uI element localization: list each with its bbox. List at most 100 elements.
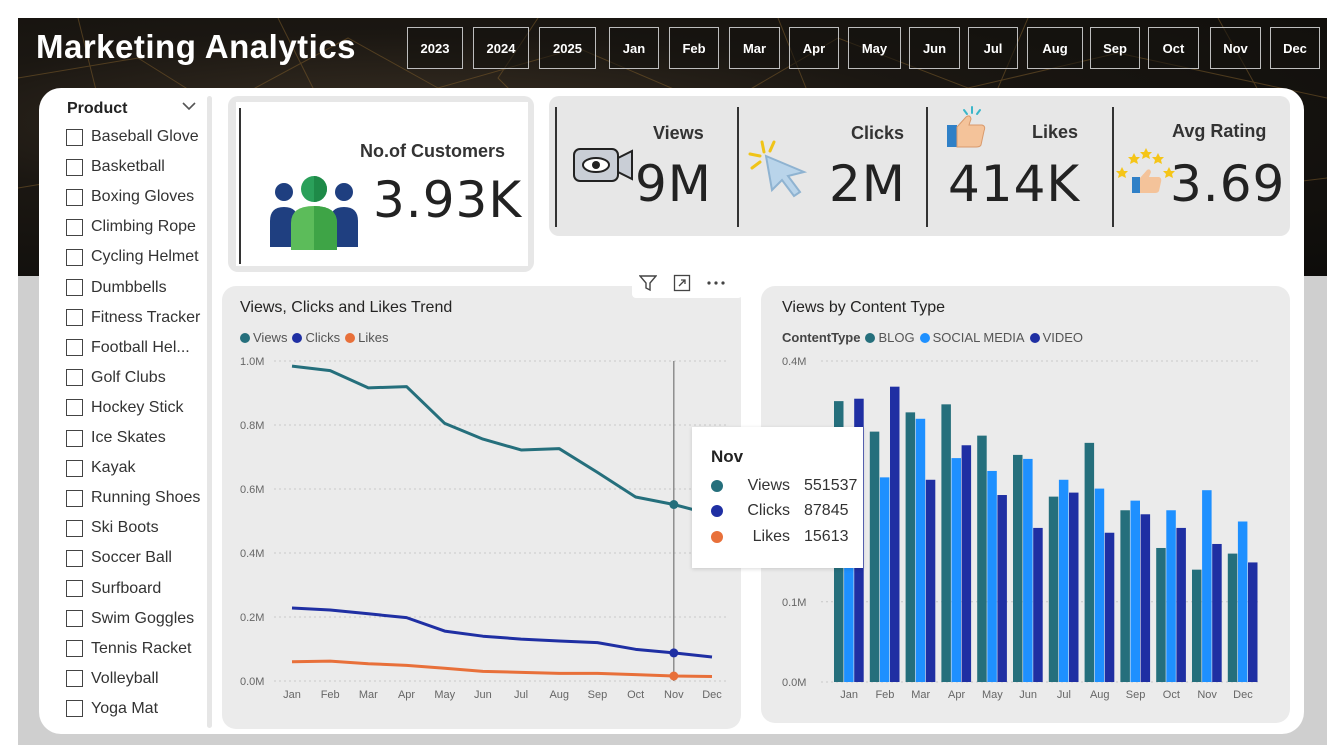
month-button-jul[interactable]: Jul <box>968 27 1018 69</box>
bar-video[interactable] <box>1104 532 1115 682</box>
bar-social-media[interactable] <box>1058 479 1069 682</box>
checkbox[interactable] <box>66 700 83 718</box>
bar-social-media[interactable] <box>879 477 890 682</box>
slicer-item[interactable]: Volleyball <box>66 668 159 690</box>
slicer-item[interactable]: Yoga Mat <box>66 698 158 720</box>
bar-video[interactable] <box>1033 527 1043 682</box>
slicer-item[interactable]: Baseball Glove <box>66 126 199 148</box>
highlight-point-clicks[interactable] <box>669 648 679 658</box>
slicer-item[interactable]: Basketball <box>66 156 165 178</box>
highlight-point-likes[interactable] <box>669 671 679 681</box>
series-line-likes[interactable] <box>291 659 713 679</box>
filter-icon[interactable] <box>639 274 657 292</box>
slicer-item[interactable]: Fitness Tracker <box>66 307 200 329</box>
month-button-aug[interactable]: Aug <box>1027 27 1083 69</box>
bar-blog[interactable] <box>1048 496 1059 682</box>
checkbox[interactable] <box>66 399 83 417</box>
bar-blog[interactable] <box>1084 442 1095 682</box>
year-button-2025[interactable]: 2025 <box>539 27 596 69</box>
slicer-item[interactable]: Soccer Ball <box>66 547 172 569</box>
checkbox[interactable] <box>66 128 83 146</box>
bar-video[interactable] <box>961 445 972 682</box>
month-button-sep[interactable]: Sep <box>1090 27 1140 69</box>
checkbox[interactable] <box>66 369 83 387</box>
bar-video[interactable] <box>1140 514 1151 682</box>
bar-social-media[interactable] <box>1237 521 1248 683</box>
slicer-item[interactable]: Running Shoes <box>66 487 200 509</box>
slicer-item[interactable]: Swim Goggles <box>66 608 194 630</box>
checkbox[interactable] <box>66 610 83 628</box>
checkbox[interactable] <box>66 580 83 597</box>
bar-blog[interactable] <box>1192 569 1202 682</box>
checkbox[interactable] <box>66 640 83 658</box>
series-line-clicks[interactable] <box>291 606 713 659</box>
slicer-scrollbar[interactable] <box>207 96 212 728</box>
bar-social-media[interactable] <box>987 470 997 682</box>
bar-blog[interactable] <box>1120 510 1130 682</box>
year-button-2023[interactable]: 2023 <box>407 27 463 69</box>
checkbox[interactable] <box>66 670 83 688</box>
checkbox[interactable] <box>66 339 83 357</box>
checkbox[interactable] <box>66 279 83 296</box>
bar-social-media[interactable] <box>915 418 926 682</box>
bar-video[interactable] <box>1069 492 1079 682</box>
bar-social-media[interactable] <box>1094 488 1105 682</box>
slicer-item[interactable]: Ice Skates <box>66 427 166 449</box>
checkbox[interactable] <box>66 519 83 537</box>
bar-video[interactable] <box>1176 527 1186 682</box>
slicer-item[interactable]: Ski Boots <box>66 517 159 539</box>
slicer-item[interactable]: Dumbbells <box>66 277 167 299</box>
month-button-apr[interactable]: Apr <box>789 27 839 69</box>
month-button-dec[interactable]: Dec <box>1270 27 1320 69</box>
slicer-item[interactable]: Boxing Gloves <box>66 186 194 208</box>
chevron-down-icon[interactable] <box>181 100 197 112</box>
bar-social-media[interactable] <box>1202 490 1212 682</box>
slicer-item[interactable]: Kayak <box>66 457 135 479</box>
bar-blog[interactable] <box>1013 454 1023 682</box>
bar-blog[interactable] <box>1156 547 1166 682</box>
checkbox[interactable] <box>66 429 83 447</box>
slicer-item[interactable]: Tennis Racket <box>66 638 192 660</box>
checkbox[interactable] <box>66 549 83 567</box>
series-line-views[interactable] <box>291 364 713 517</box>
trend-line-chart[interactable]: 0.0M 0.2M 0.4M 0.6M 0.8M 1.0M Jan Feb Mar Apr May J… <box>222 286 741 729</box>
bar-social-media[interactable] <box>1166 510 1176 682</box>
bar-social-media[interactable] <box>1023 458 1033 682</box>
bar-blog[interactable] <box>977 435 987 682</box>
month-button-may[interactable]: May <box>848 27 901 69</box>
bar-social-media[interactable] <box>1130 500 1141 682</box>
slicer-item[interactable]: Hockey Stick <box>66 397 183 419</box>
more-options-icon[interactable] <box>706 280 726 286</box>
bar-blog[interactable] <box>869 431 880 682</box>
checkbox[interactable] <box>66 188 83 206</box>
month-button-jan[interactable]: Jan <box>609 27 659 69</box>
month-button-mar[interactable]: Mar <box>729 27 780 69</box>
highlight-point-views[interactable] <box>669 500 679 510</box>
checkbox[interactable] <box>66 248 83 266</box>
bar-social-media[interactable] <box>951 458 962 682</box>
bar-blog[interactable] <box>905 412 916 682</box>
month-button-nov[interactable]: Nov <box>1210 27 1261 69</box>
bar-video[interactable] <box>925 479 936 682</box>
year-button-2024[interactable]: 2024 <box>473 27 529 69</box>
slicer-item[interactable]: Climbing Rope <box>66 216 196 238</box>
bar-blog[interactable] <box>1227 553 1238 682</box>
bar-video[interactable] <box>997 495 1007 682</box>
slicer-item[interactable]: Football Hel... <box>66 337 190 359</box>
checkbox[interactable] <box>66 158 83 176</box>
bar-blog[interactable] <box>941 404 951 682</box>
slicer-item[interactable]: Cycling Helmet <box>66 246 199 268</box>
checkbox[interactable] <box>66 489 83 507</box>
bar-video[interactable] <box>890 386 900 682</box>
slicer-item[interactable]: Golf Clubs <box>66 367 166 389</box>
month-button-feb[interactable]: Feb <box>669 27 719 69</box>
checkbox[interactable] <box>66 309 83 327</box>
slicer-item[interactable]: Surfboard <box>66 578 161 600</box>
checkbox[interactable] <box>66 459 83 477</box>
focus-mode-icon[interactable] <box>673 274 691 292</box>
bar-video[interactable] <box>1248 562 1258 682</box>
month-button-jun[interactable]: Jun <box>909 27 960 69</box>
checkbox[interactable] <box>66 218 83 236</box>
month-button-oct[interactable]: Oct <box>1148 27 1199 69</box>
bar-video[interactable] <box>1212 543 1222 682</box>
